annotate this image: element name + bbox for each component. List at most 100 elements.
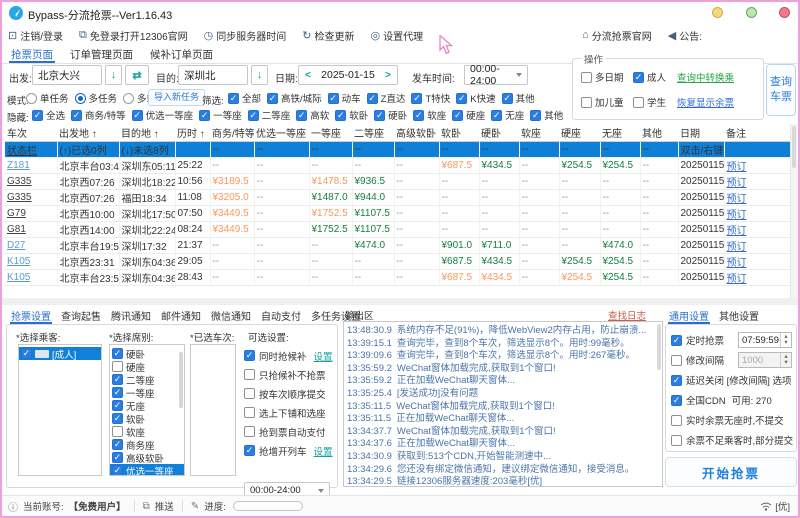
checked-checkbox-icon[interactable]: ✓ [374,109,386,121]
scrollbar-thumb[interactable] [792,126,796,168]
column-header[interactable]: 日期 [678,124,724,142]
train-link[interactable]: G335 [7,192,31,203]
type-filter[interactable]: ✓ 高铁/城际 [267,91,322,105]
column-header[interactable]: 二等座 [352,124,394,142]
option-item[interactable]: ✓ 抢增开列车 设置 [244,441,333,460]
toolbar-item-open-12306[interactable]: ⧉ 免登录打开12306官网 [79,28,188,43]
checked-checkbox-icon[interactable]: ✓ [112,400,123,411]
unchecked-checkbox-icon[interactable] [112,361,123,372]
type-filter[interactable]: ✓ 其他 [501,91,535,105]
booking-link[interactable]: 预订 [727,194,747,205]
checked-checkbox-icon[interactable]: ✓ [112,413,123,424]
checked-checkbox-icon[interactable]: ✓ [491,109,503,121]
unchecked-checkbox-icon[interactable] [581,71,592,83]
spinner-input[interactable]: 07:59:59 ▴ ▾ [738,332,792,348]
checked-checkbox-icon[interactable]: ✓ [112,439,123,450]
query-tickets-button[interactable]: 查询车票 [766,64,796,116]
operation-checkbox[interactable]: ✓ 成人 [633,70,677,84]
spinner-down-icon[interactable]: ▾ [784,359,787,366]
column-header[interactable]: 软卧 [439,124,479,142]
seat-item[interactable]: ✓ 无座 [110,399,184,413]
tab-other-settings[interactable]: 其他设置 [718,307,760,324]
operation-checkbox[interactable]: 学生 [633,95,677,109]
setting-item[interactable]: 实时余票无座时,不提交 [671,410,796,430]
settings-link[interactable]: 设置 [314,444,333,458]
train-link[interactable]: G81 [7,224,26,235]
column-header[interactable]: 商务/特等 [210,124,254,142]
unchecked-checkbox-icon[interactable] [112,426,123,437]
checked-checkbox-icon[interactable]: ✓ [244,445,255,456]
setting-item[interactable]: ✓ 全国CDN 可用: 270 [671,390,796,410]
booking-link[interactable]: 预订 [727,274,747,285]
unchecked-checkbox-icon[interactable] [671,434,682,446]
option-item[interactable]: 抢到票自动支付 [244,422,333,441]
import-task-button[interactable]: 导入新任务 [148,89,206,106]
type-filter[interactable]: ✓ 动车 [327,91,361,105]
column-header[interactable]: 出发地 ↑ [57,124,119,142]
seat-list[interactable]: ✓ 硬卧 硬座 ✓ 二等座 ✓ 一等座 ✓ 无座 ✓ 软卧 软座 ✓ 商务座 ✓ 高级软卧 ✓ 优选一等座 [109,344,185,476]
tab-grab-ticket-page[interactable]: 抢票页面 [9,46,55,63]
toolbar-item-set-proxy[interactable]: ◎ 设置代理 [371,28,424,43]
column-header[interactable]: 无座 [600,124,640,142]
table-row[interactable]: G81 北京西14:00 深圳北22:24 08:24 ¥3449.5 -- ¥1752.5… [5,221,790,238]
toolbar-item-sync-server-time[interactable]: ◷ 同步服务器时间 [204,28,287,43]
passenger-item[interactable]: ✓ [成人] [19,347,101,361]
checked-checkbox-icon[interactable]: ✓ [112,387,123,398]
unchecked-checkbox-icon[interactable] [671,414,682,426]
table-scrollbar[interactable] [790,124,797,298]
date-picker[interactable]: < 2025-01-15 > [298,65,398,85]
checked-checkbox-icon[interactable]: ✓ [411,92,423,104]
type-filter[interactable]: ✓ K快速 [456,91,496,105]
hide-filter[interactable]: ✓ 优选一等座 [131,108,193,122]
push-button[interactable]: 推送 [155,499,174,513]
depart-time-select[interactable]: 00:00-24:00 [464,63,528,87]
mode-radio[interactable]: 多任务 [74,91,117,105]
type-filter[interactable]: ✓ Z直达 [366,91,405,105]
table-row[interactable]: G335 北京西07:26 深圳北18:22 10:56 ¥3189.5 -- ¥1478.… [5,173,790,190]
passenger-list[interactable]: ✓ [成人] [18,344,102,476]
spinner-input[interactable]: 1000 ▴ ▾ [738,352,792,368]
table-row[interactable]: G335 北京西07:26 福田18:34 11:08 ¥3205.0 -- ¥1487.0… [5,189,790,206]
hide-filter[interactable]: ✓ 其他 [530,108,563,122]
checked-checkbox-icon[interactable]: ✓ [199,109,211,121]
column-header[interactable]: 其他 [640,124,678,142]
checked-checkbox-icon[interactable]: ✓ [32,109,43,121]
checked-checkbox-icon[interactable]: ✓ [413,109,425,121]
checked-checkbox-icon[interactable]: ✓ [296,109,308,121]
tab-email-notify[interactable]: 邮件通知 [160,307,202,324]
hide-filter[interactable]: ✓ 无座 [491,108,524,122]
toolbar-item-announcement[interactable]: ◀ 公告: [668,28,702,43]
table-row[interactable]: G79 北京西10:00 深圳北17:50 07:50 ¥3449.5 -- ¥1752.5… [5,205,790,222]
column-header[interactable]: 目的地 ↑ [119,124,175,142]
tab-waitlist-order-page[interactable]: 候补订单页面 [148,46,215,63]
checked-checkbox-icon[interactable]: ✓ [112,452,123,463]
seat-item[interactable]: ✓ 高级软卧 [110,451,184,465]
table-row[interactable]: Z181 北京丰台03:49 深圳东05:11 25:22 -- -- -- -- -- ¥687… [5,157,790,174]
seat-item[interactable]: 软座 [110,425,184,439]
train-link[interactable]: D27 [7,240,25,251]
option-item[interactable]: 只抢候补不抢票 [244,365,333,384]
checked-checkbox-icon[interactable]: ✓ [633,71,644,83]
restore-tickets-link[interactable]: 恢复显示余票 [677,95,734,109]
spinner-down-icon[interactable]: ▾ [784,339,787,346]
checked-checkbox-icon[interactable]: ✓ [366,92,378,104]
hide-filter[interactable]: ✓ 硬座 [452,108,485,122]
table-row[interactable]: K105 北京西23:31 深圳东04:36 29:05 -- -- -- -- -- ¥687.… [5,253,790,270]
tab-wechat-notify[interactable]: 微信通知 [210,307,252,324]
option-item[interactable]: 按车次顺序提交 [244,384,333,403]
checked-checkbox-icon[interactable]: ✓ [247,109,259,121]
column-header[interactable]: 历时 ↑ [175,124,210,142]
checked-checkbox-icon[interactable]: ✓ [21,348,32,359]
hide-filter[interactable]: ✓ 一等座 [199,108,242,122]
date-next-button[interactable]: > [385,69,391,81]
booking-link[interactable]: 预订 [727,226,747,237]
checked-checkbox-icon[interactable]: ✓ [671,374,682,386]
toolbar-item-official-site[interactable]: ⌂ 分流抢票官网 [582,28,652,43]
checked-checkbox-icon[interactable]: ✓ [228,92,239,104]
hide-filter[interactable]: ✓ 二等座 [247,108,290,122]
seat-list-scrollbar[interactable] [179,352,183,408]
setting-item[interactable]: 修改间隔 1000 ▴ ▾ [671,350,796,370]
booking-link[interactable]: 预订 [727,242,747,253]
checked-checkbox-icon[interactable]: ✓ [530,109,542,121]
unchecked-checkbox-icon[interactable] [244,426,255,437]
